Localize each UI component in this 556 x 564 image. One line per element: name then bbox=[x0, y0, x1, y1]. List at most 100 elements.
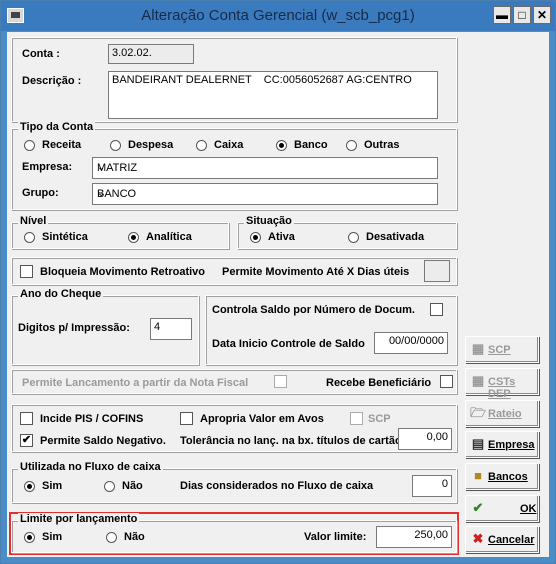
tolerancia-label: Tolerância no lanç. na bx. títulos de ca… bbox=[180, 435, 406, 447]
caixa-label[interactable]: Caixa bbox=[214, 139, 243, 151]
folder-icon: 🗁 bbox=[470, 405, 487, 420]
sintetica-radio[interactable] bbox=[24, 232, 35, 243]
nota-fiscal-label: Permite Lancamento a partir da Nota Fisc… bbox=[22, 377, 249, 389]
conta-label: Conta : bbox=[22, 48, 60, 60]
outras-label[interactable]: Outras bbox=[364, 139, 399, 151]
fluxo-group: Utilizada no Fluxo de caixa Sim Não Dias… bbox=[11, 461, 457, 503]
ativa-label[interactable]: Ativa bbox=[268, 231, 295, 243]
banco-radio[interactable] bbox=[276, 140, 287, 151]
scp-label: SCP bbox=[368, 413, 391, 425]
window-title: Alteração Conta Gerencial (w_scb_pcg1) bbox=[141, 7, 415, 24]
situacao-group: Situação Ativa Desativada bbox=[237, 215, 457, 249]
controla-group: Controla Saldo por Número de Docum. Data… bbox=[205, 295, 457, 365]
digitos-label: Digitos p/ Impressão: bbox=[18, 322, 130, 334]
chevron-down-icon[interactable]: ⌄ bbox=[97, 188, 433, 199]
despesa-radio[interactable] bbox=[110, 140, 121, 151]
analitica-radio[interactable] bbox=[128, 232, 139, 243]
saldo-negativo-label[interactable]: Permite Saldo Negativo. bbox=[40, 435, 166, 447]
chart-icon: ▤ bbox=[471, 436, 485, 451]
title-bar[interactable]: Alteração Conta Gerencial (w_scb_pcg1) ▬… bbox=[1, 1, 555, 31]
desativada-radio[interactable] bbox=[348, 232, 359, 243]
dias-uteis-field[interactable] bbox=[424, 260, 450, 282]
incide-pis-checkbox[interactable] bbox=[20, 412, 33, 425]
limite-nao-label[interactable]: Não bbox=[124, 531, 145, 543]
grupo-select[interactable]: BANCO ⌄ bbox=[92, 183, 438, 205]
empresa-select[interactable]: MATRIZ ⌄ bbox=[92, 157, 438, 179]
cancelar-button[interactable]: ✖ Cancelar bbox=[465, 526, 539, 553]
dias-fluxo-label: Dias considerados no Fluxo de caixa bbox=[180, 480, 374, 492]
ok-button[interactable]: ✔ OK bbox=[465, 495, 539, 522]
scp-button[interactable]: ▦ SCP bbox=[465, 336, 539, 363]
situacao-legend: Situação bbox=[244, 215, 294, 227]
limite-group: Limite por lançamento Sim Não Valor limi… bbox=[11, 513, 457, 553]
nota-fiscal-group: Permite Lancamento a partir da Nota Fisc… bbox=[11, 369, 457, 394]
dialog-body: Conta : 3.02.02. Descrição : BANDEIRANT … bbox=[7, 32, 549, 557]
scp-icon: ▦ bbox=[471, 341, 485, 356]
bloqueia-checkbox[interactable] bbox=[20, 265, 33, 278]
tolerancia-field[interactable]: 0,00 bbox=[398, 428, 452, 450]
limite-sim-radio[interactable] bbox=[24, 532, 35, 543]
bloqueia-group: Bloqueia Movimento Retroativo Permite Mo… bbox=[11, 257, 457, 285]
nota-fiscal-checkbox[interactable] bbox=[274, 375, 287, 388]
close-icon: ✖ bbox=[472, 531, 484, 546]
tipo-conta-legend: Tipo da Conta bbox=[18, 121, 96, 133]
conta-group: Conta : 3.02.02. Descrição : BANDEIRANT … bbox=[11, 37, 457, 122]
dias-fluxo-field[interactable]: 0 bbox=[412, 475, 452, 497]
valor-limite-field[interactable]: 250,00 bbox=[376, 526, 452, 548]
recebe-beneficiario-label: Recebe Beneficiário bbox=[326, 377, 432, 389]
folder-icon: ■ bbox=[474, 468, 482, 483]
ano-cheque-group: Ano do Cheque Digitos p/ Impressão: 4 bbox=[11, 288, 199, 365]
apropria-checkbox[interactable] bbox=[180, 412, 193, 425]
minimize-button[interactable]: ▬ bbox=[493, 6, 511, 24]
analitica-label[interactable]: Analítica bbox=[146, 231, 192, 243]
apropria-label[interactable]: Apropria Valor em Avos bbox=[200, 413, 324, 425]
ano-cheque-legend: Ano do Cheque bbox=[18, 288, 104, 300]
receita-radio[interactable] bbox=[24, 140, 35, 151]
sintetica-label[interactable]: Sintética bbox=[42, 231, 88, 243]
csts-icon: ▦ bbox=[471, 373, 485, 388]
recebe-beneficiario-checkbox[interactable] bbox=[440, 375, 453, 388]
receita-label[interactable]: Receita bbox=[42, 139, 81, 151]
csts-dep-button[interactable]: ▦ CSTs DEP bbox=[465, 368, 539, 400]
desativada-label[interactable]: Desativada bbox=[366, 231, 424, 243]
limite-sim-label[interactable]: Sim bbox=[42, 531, 62, 543]
pis-group: Incide PIS / COFINS Apropria Valor em Av… bbox=[11, 404, 457, 452]
checkmark-icon: ✔ bbox=[472, 500, 484, 515]
rateio-button[interactable]: 🗁 Rateio bbox=[465, 400, 539, 427]
grupo-label: Grupo: bbox=[22, 187, 59, 199]
valor-limite-label: Valor limite: bbox=[304, 531, 367, 543]
permite-dias-label: Permite Movimento Até X Dias úteis bbox=[222, 266, 410, 278]
outras-radio[interactable] bbox=[346, 140, 357, 151]
main-window: Alteração Conta Gerencial (w_scb_pcg1) ▬… bbox=[0, 0, 556, 564]
limite-nao-radio[interactable] bbox=[106, 532, 117, 543]
fluxo-legend: Utilizada no Fluxo de caixa bbox=[18, 461, 163, 473]
nivel-legend: Nível bbox=[18, 215, 49, 227]
digitos-field[interactable]: 4 bbox=[150, 318, 192, 340]
descricao-field[interactable]: BANDEIRANT DEALERNET CC:0056052687 AG:CE… bbox=[108, 71, 438, 119]
fluxo-nao-label[interactable]: Não bbox=[122, 480, 143, 492]
ativa-radio[interactable] bbox=[250, 232, 261, 243]
controla-checkbox[interactable] bbox=[430, 303, 443, 316]
saldo-negativo-checkbox[interactable]: ✔ bbox=[20, 434, 33, 447]
data-inicio-field[interactable]: 00/00/0000 bbox=[374, 332, 448, 354]
maximize-button[interactable]: □ bbox=[513, 6, 531, 24]
fluxo-nao-radio[interactable] bbox=[104, 481, 115, 492]
fluxo-sim-radio[interactable] bbox=[24, 481, 35, 492]
data-inicio-label: Data Inicio Controle de Saldo bbox=[212, 338, 365, 350]
caixa-radio[interactable] bbox=[196, 140, 207, 151]
bancos-button[interactable]: ■ Bancos bbox=[465, 463, 539, 490]
limite-legend: Limite por lançamento bbox=[18, 513, 140, 525]
empresa-button[interactable]: ▤ Empresa bbox=[465, 431, 539, 458]
controla-label: Controla Saldo por Número de Docum. bbox=[212, 304, 415, 316]
despesa-label[interactable]: Despesa bbox=[128, 139, 173, 151]
conta-field[interactable]: 3.02.02. bbox=[108, 44, 194, 64]
empresa-label: Empresa: bbox=[22, 161, 73, 173]
banco-label[interactable]: Banco bbox=[294, 139, 328, 151]
close-button[interactable]: ✕ bbox=[533, 6, 551, 24]
bloqueia-label[interactable]: Bloqueia Movimento Retroativo bbox=[40, 266, 205, 278]
descricao-label: Descrição : bbox=[22, 75, 82, 87]
scp-checkbox[interactable] bbox=[350, 412, 363, 425]
incide-pis-label[interactable]: Incide PIS / COFINS bbox=[40, 413, 143, 425]
fluxo-sim-label[interactable]: Sim bbox=[42, 480, 62, 492]
chevron-down-icon[interactable]: ⌄ bbox=[97, 162, 433, 173]
